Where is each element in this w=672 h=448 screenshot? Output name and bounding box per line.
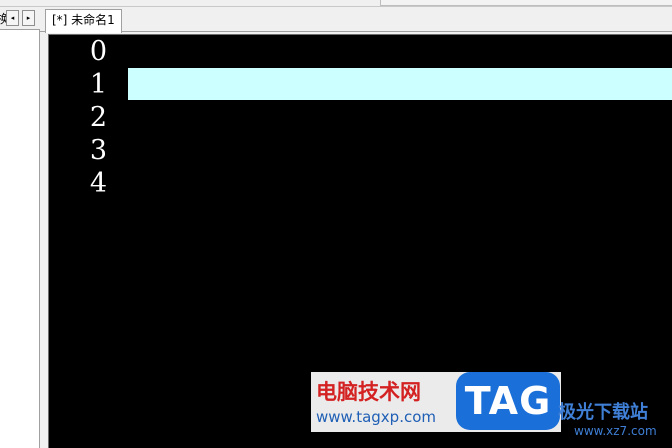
tab-untitled-1[interactable]: [*] 未命名1 — [45, 9, 122, 33]
left-panel-header: 换 ◂ ▸ — [0, 8, 40, 30]
top-strip-right — [380, 0, 672, 6]
tab-strip: [*] 未命名1 — [40, 8, 672, 33]
line-number: 4 — [89, 168, 107, 199]
arrow-left-icon: ◂ — [10, 13, 15, 22]
line-number: 0 — [89, 36, 107, 67]
watermark-logo-icon: TAG — [456, 372, 560, 430]
tab-scroll-left-button[interactable]: ◂ — [6, 10, 19, 26]
line-number-gutter: 0 1 2 3 4 — [49, 35, 121, 448]
tab-scroll-right-button[interactable]: ▸ — [22, 10, 35, 26]
line-number: 1 — [89, 69, 107, 100]
line-number: 2 — [89, 102, 107, 133]
left-panel: 换 ◂ ▸ — [0, 8, 40, 448]
top-strip — [0, 0, 672, 7]
watermark-site-url: www.xz7.com — [574, 424, 657, 438]
arrow-right-icon: ▸ — [26, 13, 31, 22]
text-caret — [126, 68, 128, 100]
line-number: 3 — [89, 135, 107, 166]
current-line-highlight[interactable] — [126, 68, 672, 100]
watermark-url: www.tagxp.com — [316, 408, 436, 426]
watermark-site-name: 极光下载站 — [558, 402, 648, 423]
watermark-title: 电脑技术网 — [316, 380, 421, 404]
